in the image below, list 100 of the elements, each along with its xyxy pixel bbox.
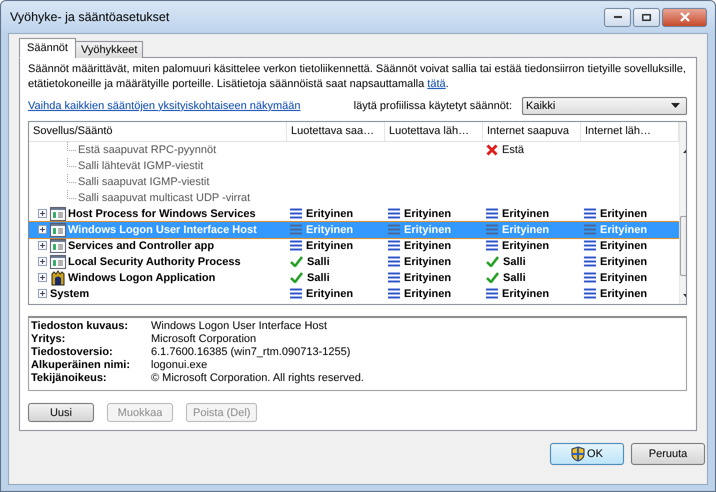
detail-value: Microsoft Corporation	[151, 332, 258, 346]
permission-value: Salli	[307, 256, 330, 268]
column-header[interactable]: Luotettava läh…	[385, 122, 483, 141]
detail-value: 6.1.7600.16385 (win7_rtm.090713-1255)	[151, 346, 352, 359]
minimize-button[interactable]	[604, 8, 631, 26]
list-icon	[584, 288, 596, 300]
list-icon	[486, 240, 498, 252]
dropdown-arrow-icon	[671, 103, 680, 108]
close-icon	[680, 12, 690, 22]
table-row[interactable]: System Erityinen Erityinen Erityinen Erityinen	[29, 286, 679, 302]
detail-value: logonui.exe	[151, 358, 208, 372]
permission-value: Erityinen	[306, 224, 354, 236]
list-icon	[290, 240, 302, 252]
intro-text: Säännöt määrittävät, miten palomuuri käsittelee verkon tietoliikennettä. Säännöt voivat sallia tai estää tiedonsiirron tietyille sovelluksille, etätietokoneille ja määrätyille porteille. Lisätietoja säännöistä saat napsauttamalla tätä.	[28, 62, 687, 92]
list-icon	[388, 208, 400, 220]
application-name: Windows Logon User Interface Host	[68, 224, 257, 236]
checkmark-icon	[486, 272, 499, 284]
detail-view-link[interactable]: Vaihda kaikkien sääntöjen yksityiskohtaiseen näkymään	[28, 100, 301, 112]
shield-icon	[571, 446, 586, 462]
table-row[interactable]: Local Security Authority Process Salli Erityinen Salli Erityinen	[29, 254, 679, 270]
close-button[interactable]	[662, 8, 707, 26]
list-icon	[486, 208, 498, 220]
application-window-icon	[50, 238, 66, 253]
permission-value: Erityinen	[600, 224, 648, 236]
detail-label: Tekijänoikeus:	[31, 372, 108, 385]
table-row[interactable]: Salli saapuvat multicast UDP -virrat	[29, 190, 679, 206]
permission-value: Erityinen	[404, 240, 452, 252]
action-button[interactable]: Uusi	[28, 403, 94, 422]
cancel-button[interactable]: Peruuta	[631, 443, 705, 465]
list-icon	[388, 256, 400, 268]
permission-value: Erityinen	[600, 256, 648, 268]
permission-value: Salli	[503, 256, 526, 268]
table-row[interactable]: Estä saapuvat RPC-pyynnöt Estä	[29, 142, 679, 158]
expand-icon[interactable]	[38, 273, 47, 282]
permission-value: Estä	[502, 144, 524, 156]
detail-value: © Microsoft Corporation. All rights reserved.	[151, 372, 365, 385]
application-name: Local Security Authority Process	[68, 256, 241, 268]
column-header[interactable]: Sovellus/Sääntö	[29, 122, 287, 141]
application-name: Windows Logon Application	[68, 272, 216, 284]
permission-value: Erityinen	[306, 208, 354, 220]
list-icon	[290, 224, 302, 236]
expand-icon[interactable]	[38, 257, 47, 266]
list-icon	[584, 272, 596, 284]
list-icon	[584, 256, 596, 268]
table-row[interactable]: Services and Controller app Erityinen Erityinen Erityinen Erityinen	[29, 238, 679, 254]
window-title: Vyöhyke- ja sääntöasetukset	[10, 10, 170, 24]
detail-label: Tiedoston kuvaus:	[31, 320, 129, 333]
list-icon	[584, 224, 596, 236]
application-window-icon	[50, 222, 66, 237]
list-icon	[388, 240, 400, 252]
list-icon	[584, 208, 596, 220]
detail-value: Windows Logon User Interface Host	[151, 320, 328, 333]
minimize-icon	[614, 16, 622, 18]
castle-gate-icon	[50, 270, 66, 286]
detail-label: Yritys:	[31, 332, 66, 346]
permission-value: Erityinen	[404, 288, 452, 300]
rule-name: Estä saapuvat RPC-pyynnöt	[78, 144, 216, 156]
column-header[interactable]: Internet saapuva	[483, 122, 581, 141]
permission-value: Erityinen	[502, 240, 550, 252]
permission-value: Erityinen	[306, 288, 354, 300]
column-header[interactable]: Luotettava saa…	[287, 122, 385, 141]
expand-icon[interactable]	[38, 225, 47, 234]
permission-value: Erityinen	[600, 240, 648, 252]
table-row[interactable]: Host Process for Windows Services Erityinen Erityinen Erityinen Erityinen	[29, 206, 679, 222]
filter-label: läytä profiilissa käytetyt säännöt:	[354, 100, 512, 112]
permission-value: Erityinen	[502, 288, 550, 300]
permission-value: Erityinen	[404, 208, 452, 220]
tree-line-icon	[67, 174, 77, 183]
checkmark-icon	[486, 256, 499, 268]
ok-button[interactable]: OK	[550, 443, 624, 465]
maximize-icon	[642, 14, 651, 20]
application-name: Host Process for Windows Services	[68, 208, 256, 220]
block-icon	[486, 144, 498, 156]
application-name: Services and Controller app	[68, 240, 214, 252]
table-row[interactable]: Windows Logon Application Salli Erityinen Salli Erityinen	[29, 270, 679, 286]
table-row[interactable]: Salli saapuvat IGMP-viestit	[29, 174, 679, 190]
table-row[interactable]: Salli lähtevät IGMP-viestit	[29, 158, 679, 174]
tab[interactable]: Säännöt	[19, 38, 76, 58]
permission-value: Erityinen	[404, 224, 452, 236]
permission-value: Salli	[503, 272, 526, 284]
expand-icon[interactable]	[38, 289, 47, 298]
maximize-button[interactable]	[633, 8, 660, 26]
detail-label: Tiedostoversio:	[31, 346, 114, 359]
permission-value: Erityinen	[502, 208, 550, 220]
application-window-icon	[50, 206, 66, 221]
rule-name: Salli saapuvat multicast UDP -virrat	[78, 192, 250, 204]
list-icon	[290, 208, 302, 220]
permission-value: Erityinen	[306, 240, 354, 252]
permission-value: Erityinen	[404, 256, 452, 268]
tree-line-icon	[67, 158, 77, 167]
profile-dropdown[interactable]: Kaikki	[522, 96, 687, 115]
permission-value: Erityinen	[502, 224, 550, 236]
tab[interactable]: Vyöhykkeet	[74, 41, 144, 58]
help-link[interactable]: tätä	[427, 78, 446, 90]
expand-icon[interactable]	[38, 241, 47, 250]
permission-value: Salli	[307, 272, 330, 284]
expand-icon[interactable]	[38, 209, 47, 218]
tree-line-icon	[67, 142, 77, 151]
checkmark-icon	[290, 272, 303, 284]
application-name: System	[50, 288, 90, 300]
